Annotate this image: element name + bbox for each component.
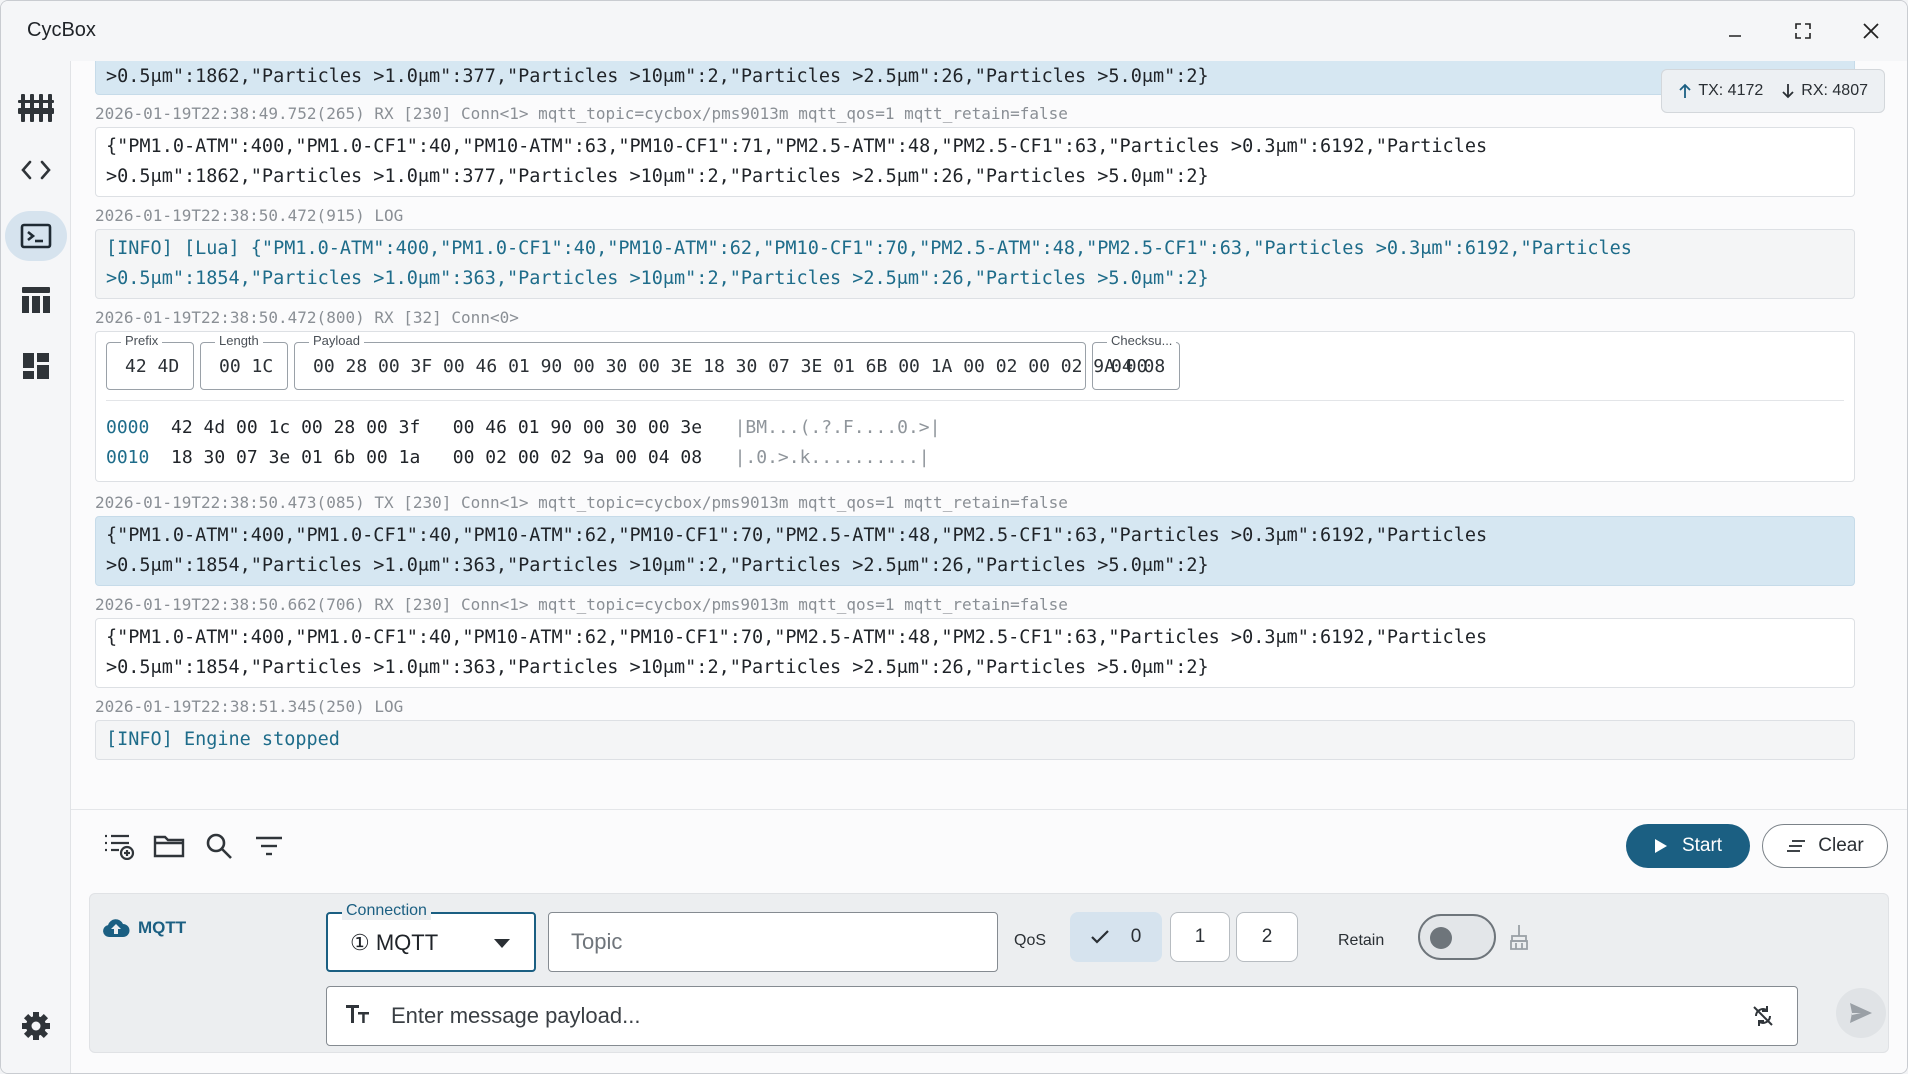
protocol-label: MQTT [102, 918, 186, 938]
tx-count: TX: 4172 [1698, 82, 1764, 99]
dashboard-icon [23, 353, 49, 379]
close-button[interactable] [1845, 11, 1897, 51]
folder-icon [153, 835, 185, 858]
log-entry-meta: 2026-01-19T22:38:50.472(915) LOG [95, 206, 404, 225]
broom-icon [1510, 925, 1528, 950]
nav-item-script[interactable] [5, 145, 67, 195]
compose-panel: MQTT Connection ① MQTT QoS 0 1 2 Retain [89, 893, 1889, 1053]
log-entry-meta: 2026-01-19T22:38:49.752(265) RX [230] Co… [95, 104, 1068, 123]
title-bar: CycBox [1, 1, 1907, 61]
nav-item-dashboard[interactable] [5, 341, 67, 391]
log-message-info: [INFO] Engine stopped [95, 720, 1855, 760]
minimize-button[interactable] [1709, 11, 1761, 51]
search-icon [206, 833, 232, 859]
clear-button[interactable]: Clear [1762, 824, 1888, 868]
nav-item-table[interactable] [5, 275, 67, 325]
close-icon [1863, 23, 1879, 39]
rx-count: RX: 4807 [1801, 82, 1868, 99]
log-entry-meta: 2026-01-19T22:38:50.662(706) RX [230] Co… [95, 595, 1068, 614]
table-icon [22, 287, 50, 313]
gear-icon [22, 1012, 50, 1040]
cloud-upload-icon [103, 919, 130, 937]
frame-fields: Prefix 42 4D Length 00 1C Payload 00 28 … [106, 333, 1844, 390]
send-icon [1850, 1003, 1872, 1023]
terminal-icon [20, 223, 52, 249]
connection-select[interactable]: Connection ① MQTT [326, 902, 536, 972]
open-folder-button[interactable] [147, 824, 191, 868]
search-button[interactable] [197, 824, 241, 868]
topic-input[interactable] [549, 913, 997, 971]
nav-item-terminal[interactable] [5, 211, 67, 261]
hexdump: 0000 42 4d 00 1c 00 28 00 3f 00 46 01 90… [106, 400, 1844, 473]
filter-icon [256, 836, 282, 856]
log-message-rx: {"PM1.0-ATM":400,"PM1.0-CF1":40,"PM10-AT… [95, 127, 1855, 197]
sidebar [1, 61, 71, 1073]
sliders-icon [18, 94, 54, 122]
auto-send-toggle[interactable] [1751, 1004, 1775, 1033]
text-format-button[interactable] [345, 1003, 371, 1030]
window-title: CycBox [27, 19, 96, 41]
qos-option-1[interactable]: 1 [1170, 912, 1230, 962]
log-entry-meta: 2026-01-19T22:38:50.473(085) TX [230] Co… [95, 493, 1068, 512]
log-message-partial: >0.5μm":1862,"Particles >1.0μm":377,"Par… [95, 61, 1855, 95]
arrow-down-icon [1782, 84, 1794, 99]
qos-option-2[interactable]: 2 [1236, 912, 1298, 962]
send-button[interactable] [1836, 988, 1886, 1038]
hexdump-row: 0000 42 4d 00 1c 00 28 00 3f 00 46 01 90… [106, 417, 941, 438]
field-length: Length 00 1C [200, 333, 288, 390]
log-entry-meta: 2026-01-19T22:38:51.345(250) LOG [95, 697, 404, 716]
qos-option-0[interactable]: 0 [1070, 912, 1162, 962]
minimize-icon [1729, 35, 1741, 37]
filter-button[interactable] [247, 824, 291, 868]
play-icon [1654, 839, 1667, 853]
dropdown-caret-icon [494, 939, 510, 948]
hexdump-row: 0010 18 30 07 3e 01 6b 00 1a 00 02 00 02… [106, 447, 930, 468]
frame-decode: Prefix 42 4D Length 00 1C Payload 00 28 … [95, 331, 1855, 482]
log-entry-meta: 2026-01-19T22:38:50.472(800) RX [32] Con… [95, 308, 519, 327]
code-icon [21, 160, 51, 180]
check-icon [1090, 930, 1109, 944]
log-message-rx: {"PM1.0-ATM":400,"PM1.0-CF1":40,"PM10-AT… [95, 618, 1855, 688]
field-prefix: Prefix 42 4D [106, 333, 194, 390]
payload-input-wrapper [326, 986, 1798, 1046]
arrow-up-icon [1679, 83, 1691, 98]
main-panel: TX: 4172 RX: 4807 >0.5μm":1862,"Particle… [71, 61, 1907, 1073]
maximize-icon [1795, 23, 1811, 39]
field-payload: Payload 00 28 00 3F 00 46 01 90 00 30 00… [294, 333, 1147, 390]
log-message-tx: {"PM1.0-ATM":400,"PM1.0-CF1":40,"PM10-AT… [95, 516, 1855, 586]
clean-button[interactable] [1508, 924, 1530, 955]
payload-input[interactable] [391, 987, 1711, 1045]
log-message-info: [INFO] [Lua] {"PM1.0-ATM":400,"PM1.0-CF1… [95, 229, 1855, 299]
log-toolbar: Start Clear [71, 809, 1907, 881]
retain-toggle[interactable] [1418, 914, 1496, 960]
add-list-button[interactable] [97, 824, 141, 868]
text-format-icon [346, 1005, 369, 1023]
maximize-button[interactable] [1777, 11, 1829, 51]
settings-button[interactable] [5, 1001, 67, 1051]
qos-label: QoS [1014, 932, 1047, 949]
playlist-add-icon [105, 834, 135, 860]
topic-input-wrapper [548, 912, 998, 972]
message-log[interactable]: >0.5μm":1862,"Particles >1.0μm":377,"Par… [95, 61, 1855, 809]
retain-label: Retain [1338, 932, 1385, 949]
field-checksum: Checksu... 04 08 [1092, 333, 1180, 390]
app-window: CycBox TX: 4172 RX: 4807 >0.5μm":1862,"P… [0, 0, 1908, 1074]
toggle-knob [1430, 927, 1452, 949]
sync-disabled-icon [1753, 1006, 1773, 1026]
nav-item-config[interactable] [5, 83, 67, 133]
clear-all-icon [1787, 840, 1806, 852]
start-button[interactable]: Start [1626, 824, 1750, 868]
traffic-stats: TX: 4172 RX: 4807 [1661, 69, 1885, 113]
